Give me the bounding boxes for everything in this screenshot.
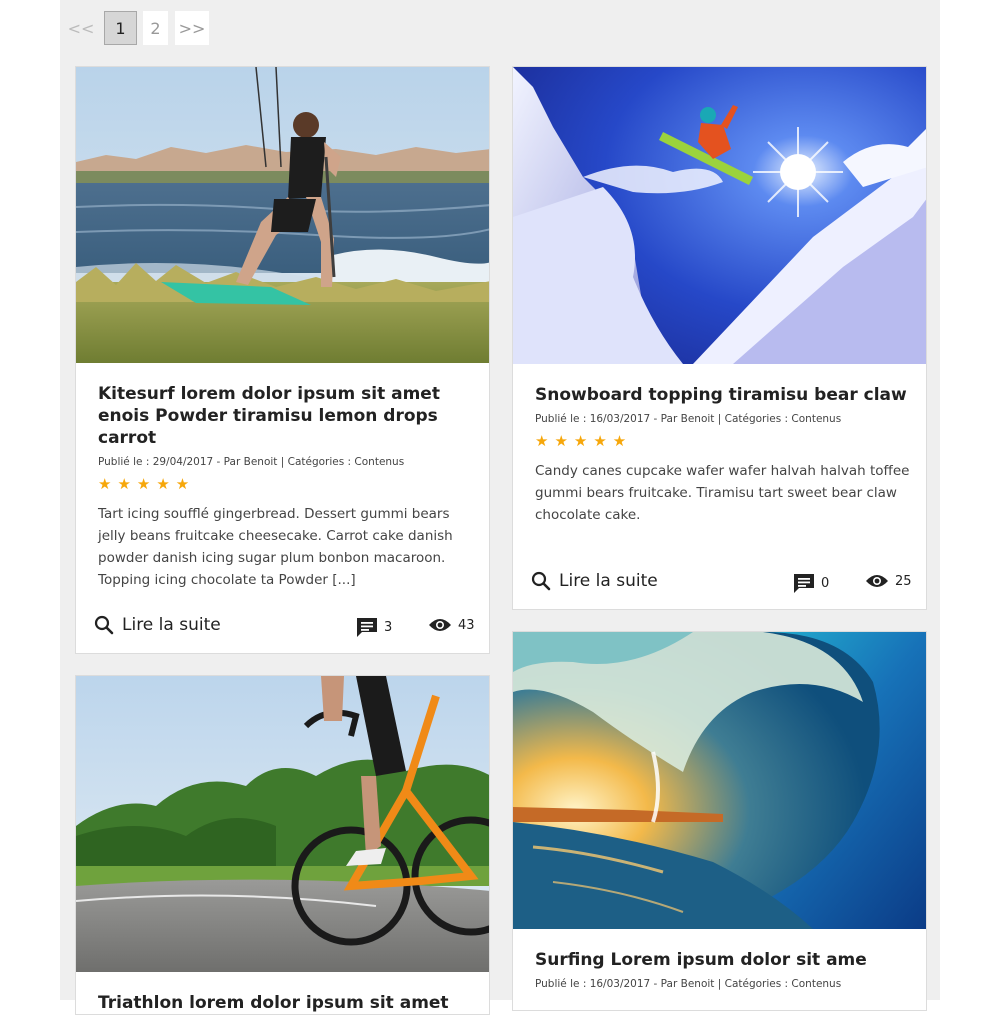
post-body: Triathlon lorem dolor ipsum sit amet [98, 992, 473, 1014]
wave-photo[interactable] [513, 632, 926, 929]
post-meta: Publié le : 16/03/2017 - Par Benoit | Ca… [535, 978, 842, 990]
post-card-snowboard: Snowboard topping tiramisu bear claw Pub… [512, 66, 927, 610]
post-body: Surfing Lorem ipsum dolor sit ame Publié… [535, 949, 910, 990]
post-card-surfing: Surfing Lorem ipsum dolor sit ame Publié… [512, 631, 927, 1011]
view-count: 25 [865, 573, 912, 589]
eye-icon [429, 619, 451, 631]
comment-count-value: 3 [384, 619, 393, 635]
read-more-link[interactable]: Lire la suite [531, 571, 658, 591]
post-body: Snowboard topping tiramisu bear claw Pub… [535, 384, 910, 526]
comment-count: 0 [793, 573, 829, 593]
comment-icon [794, 574, 814, 593]
post-card-kitesurf: Kitesurf lorem dolor ipsum sit amet enoi… [75, 66, 490, 654]
post-excerpt: Tart icing soufflé gingerbread. Dessert … [98, 506, 453, 588]
post-meta: Publié le : 29/04/2017 - Par Benoit | Ca… [98, 456, 405, 468]
view-count-value: 25 [895, 573, 912, 589]
cycling-photo[interactable] [76, 676, 489, 972]
comment-icon [357, 618, 377, 637]
rating-stars: ★★★★★ [98, 475, 196, 493]
post-card-triathlon: Triathlon lorem dolor ipsum sit amet [75, 675, 490, 1015]
search-icon [531, 571, 551, 591]
read-more-link[interactable]: Lire la suite [94, 615, 221, 635]
view-count-value: 43 [458, 617, 475, 633]
pagination-prev-button: << [67, 18, 95, 38]
post-title[interactable]: Snowboard topping tiramisu bear claw [535, 384, 910, 406]
read-more-label: Lire la suite [559, 571, 658, 591]
snowboard-photo[interactable] [513, 67, 926, 364]
post-title[interactable]: Surfing Lorem ipsum dolor sit ame [535, 949, 910, 971]
read-more-label: Lire la suite [122, 615, 221, 635]
comment-count: 3 [356, 617, 392, 637]
post-excerpt: Candy canes cupcake wafer wafer halvah h… [535, 463, 910, 523]
blog-listing-page: << 1 2 >> Kitesurf lorem dolor ipsum sit… [60, 0, 940, 1015]
post-footer: Lire la suite 3 43 [94, 615, 475, 641]
post-body: Kitesurf lorem dolor ipsum sit amet enoi… [98, 383, 473, 591]
rating-stars: ★★★★★ [535, 432, 633, 450]
post-title[interactable]: Kitesurf lorem dolor ipsum sit amet enoi… [98, 383, 473, 449]
pagination-page-2[interactable]: 2 [143, 11, 168, 45]
post-meta: Publié le : 16/03/2017 - Par Benoit | Ca… [535, 413, 842, 425]
view-count: 43 [428, 617, 475, 633]
pagination-next-button[interactable]: >> [175, 11, 209, 45]
pagination-page-1[interactable]: 1 [104, 11, 137, 45]
post-footer: Lire la suite 0 25 [531, 571, 912, 597]
post-title[interactable]: Triathlon lorem dolor ipsum sit amet [98, 992, 473, 1014]
search-icon [94, 615, 114, 635]
eye-icon [866, 575, 888, 587]
comment-count-value: 0 [821, 575, 830, 591]
kitesurf-photo[interactable] [76, 67, 489, 363]
